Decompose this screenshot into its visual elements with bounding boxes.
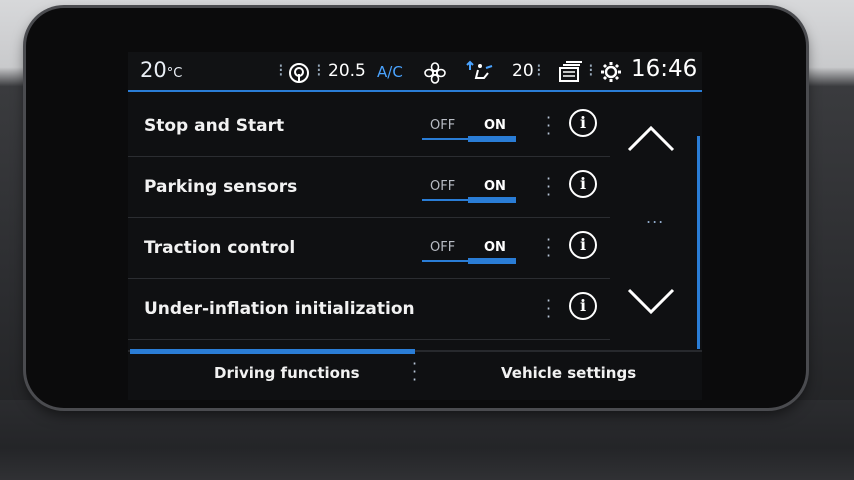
setting-label: Parking sensors — [144, 177, 298, 197]
info-icon[interactable]: i — [569, 170, 597, 198]
dashboard-lower — [0, 400, 854, 480]
scrollbar[interactable] — [697, 136, 700, 349]
list-item-under-inflation[interactable]: Under-inflation initialization · · · i — [128, 279, 610, 340]
menu-cards-icon[interactable] — [558, 61, 584, 83]
status-bar: 20°C ⁝ ⁝ 20.5 A/C 20 ⁝ ⁝ 16:46 — [128, 52, 702, 92]
driver-temperature-value: 20 — [140, 58, 167, 82]
scroll-down-arrow-icon[interactable] — [626, 286, 676, 316]
airflow-value[interactable]: 20 — [512, 61, 534, 81]
toggle-off-label: OFF — [430, 179, 456, 194]
radio-signal-icon[interactable] — [288, 62, 310, 84]
tab-separator: · · · — [412, 354, 418, 389]
row-separator: · · · — [546, 230, 552, 265]
traction-control-toggle[interactable]: OFF ON — [422, 240, 516, 264]
toggle-on-label: ON — [484, 118, 506, 133]
fan-icon[interactable] — [424, 62, 446, 84]
row-separator: · · · — [546, 169, 552, 204]
setting-label: Stop and Start — [144, 116, 285, 136]
scroll-ellipsis: ... — [646, 208, 665, 227]
status-separator: ⁝ — [588, 60, 594, 81]
list-item-parking-sensors: Parking sensors OFF ON · · · i — [128, 157, 610, 218]
status-separator: ⁝ — [536, 60, 542, 81]
toggle-off-label: OFF — [430, 118, 456, 133]
status-separator: ⁝ — [278, 60, 284, 81]
info-icon[interactable]: i — [569, 109, 597, 137]
settings-list: Stop and Start OFF ON · · · i Parking sens… — [128, 96, 610, 340]
toggle-on-indicator — [468, 258, 516, 264]
tab-driving-functions[interactable]: Driving functions — [214, 364, 360, 382]
clock: 16:46 — [631, 56, 698, 82]
toggle-on-indicator — [468, 197, 516, 203]
scroll-controls: ... — [610, 96, 702, 348]
setting-label: Under-inflation initialization — [144, 299, 415, 319]
tab-vehicle-settings[interactable]: Vehicle settings — [501, 364, 636, 382]
row-separator: · · · — [546, 108, 552, 143]
status-bar-divider — [128, 90, 702, 92]
infotainment-screen: 20°C ⁝ ⁝ 20.5 A/C 20 ⁝ ⁝ 16:46 Stop and … — [128, 52, 702, 400]
scroll-up-arrow-icon[interactable] — [626, 124, 676, 154]
toggle-on-indicator — [468, 136, 516, 142]
row-separator: · · · — [546, 291, 552, 326]
driver-temperature-unit: °C — [166, 66, 183, 81]
ac-toggle[interactable]: A/C — [377, 63, 403, 81]
toggle-on-label: ON — [484, 240, 506, 255]
fan-value[interactable]: 20.5 — [328, 61, 366, 81]
gear-icon[interactable] — [599, 60, 623, 84]
list-item-traction-control: Traction control OFF ON · · · i — [128, 218, 610, 279]
toggle-on-label: ON — [484, 179, 506, 194]
toggle-off-label: OFF — [430, 240, 456, 255]
driver-temperature[interactable]: 20°C — [140, 58, 182, 82]
parking-sensors-toggle[interactable]: OFF ON — [422, 179, 516, 203]
setting-label: Traction control — [144, 238, 296, 258]
info-icon[interactable]: i — [569, 292, 597, 320]
list-item-stop-and-start: Stop and Start OFF ON · · · i — [128, 96, 610, 157]
air-distribution-icon[interactable] — [466, 60, 496, 84]
stop-and-start-toggle[interactable]: OFF ON — [422, 118, 516, 142]
status-separator: ⁝ — [316, 60, 322, 81]
active-tab-indicator — [130, 349, 415, 354]
info-icon[interactable]: i — [569, 231, 597, 259]
